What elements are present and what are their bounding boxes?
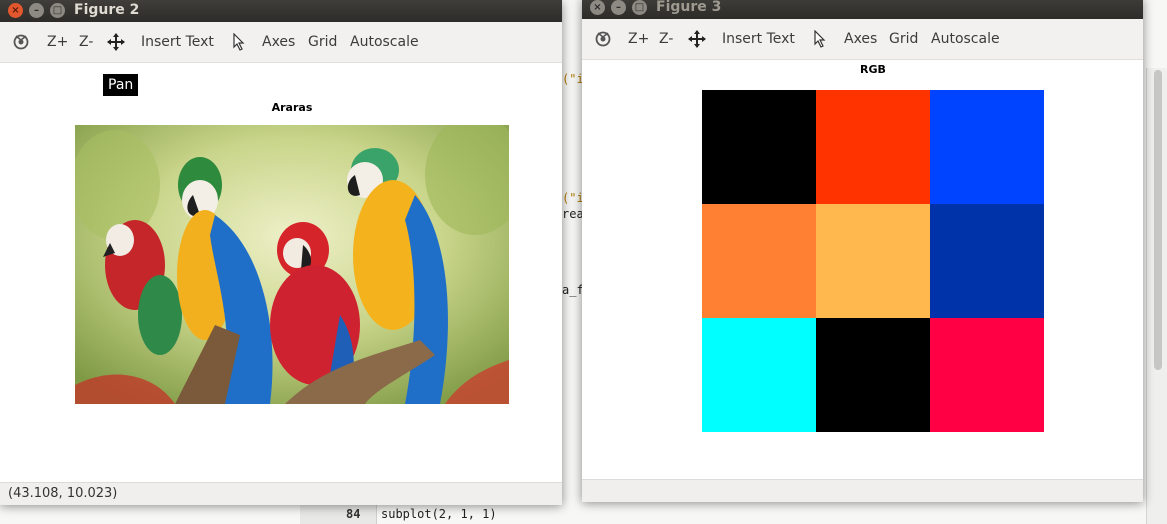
rgb-cell xyxy=(702,318,816,432)
close-button[interactable]: × xyxy=(590,0,605,15)
minimize-button[interactable]: – xyxy=(611,0,626,15)
arrow-pointer-icon[interactable] xyxy=(813,30,827,48)
insert-text-button[interactable]: Insert Text xyxy=(722,30,795,48)
axes-button[interactable]: Axes xyxy=(844,30,877,48)
status-bar xyxy=(582,479,1143,502)
rgb-cell xyxy=(702,204,816,318)
maximize-button[interactable]: □ xyxy=(50,3,65,18)
code-line: a_f xyxy=(562,283,584,297)
rgb-grid-image xyxy=(702,90,1044,432)
grid-button[interactable]: Grid xyxy=(308,33,337,51)
figure-toolbar: Z+ Z- Insert Text Axes Grid Autoscale xyxy=(582,19,1143,60)
figure-3-titlebar[interactable]: × – □ Figure 3 xyxy=(582,0,1143,19)
rgb-cell xyxy=(930,90,1044,204)
zoom-out-button[interactable]: Z- xyxy=(79,33,93,51)
close-button[interactable]: × xyxy=(8,3,23,18)
pan-icon[interactable] xyxy=(107,33,125,51)
autoscale-button[interactable]: Autoscale xyxy=(931,30,1000,48)
code-line: ("i xyxy=(562,191,584,205)
parrots-image xyxy=(75,125,509,404)
home-icon[interactable] xyxy=(12,33,30,51)
pan-icon[interactable] xyxy=(688,30,706,48)
rgb-cell xyxy=(930,204,1044,318)
rgb-cell xyxy=(702,90,816,204)
home-icon[interactable] xyxy=(594,30,612,48)
code-line: rea xyxy=(562,207,584,221)
rgb-cell xyxy=(816,90,930,204)
plot-title: RGB xyxy=(860,63,886,76)
figure-2-titlebar[interactable]: × – □ Figure 2 xyxy=(0,0,562,22)
line-number: 84 xyxy=(346,507,361,521)
figure-toolbar: Z+ Z- Insert Text Axes Grid Autoscale xyxy=(0,22,562,63)
zoom-in-button[interactable]: Z+ xyxy=(628,30,649,48)
axes-button[interactable]: Axes xyxy=(262,33,295,51)
figure-3-canvas[interactable]: RGB xyxy=(582,60,1143,479)
pan-tooltip: Pan xyxy=(103,74,139,96)
grid-button[interactable]: Grid xyxy=(889,30,918,48)
figure-2-window: × – □ Figure 2 Z+ Z- Insert Text Axes Gr… xyxy=(0,0,562,505)
autoscale-button[interactable]: Autoscale xyxy=(350,33,419,51)
code-line: subplot(2, 1, 1) xyxy=(381,507,497,521)
maximize-button[interactable]: □ xyxy=(632,0,647,15)
rgb-cell xyxy=(816,204,930,318)
figure-2-canvas[interactable]: Araras xyxy=(0,63,562,482)
plot-title: Araras xyxy=(271,101,313,114)
cursor-coordinates: (43.108, 10.023) xyxy=(8,486,118,501)
minimize-button[interactable]: – xyxy=(29,3,44,18)
code-line: ("i xyxy=(562,72,584,86)
figure-3-window: × – □ Figure 3 Z+ Z- Insert Text Axes Gr… xyxy=(582,0,1143,502)
editor-scrollbar-thumb[interactable] xyxy=(1154,70,1162,370)
window-title: Figure 2 xyxy=(74,2,140,18)
arrow-pointer-icon[interactable] xyxy=(232,33,246,51)
zoom-in-button[interactable]: Z+ xyxy=(47,33,68,51)
rgb-cell xyxy=(930,318,1044,432)
window-title: Figure 3 xyxy=(656,0,722,15)
rgb-cell xyxy=(816,318,930,432)
zoom-out-button[interactable]: Z- xyxy=(659,30,673,48)
status-bar: (43.108, 10.023) xyxy=(0,482,562,505)
insert-text-button[interactable]: Insert Text xyxy=(141,33,214,51)
